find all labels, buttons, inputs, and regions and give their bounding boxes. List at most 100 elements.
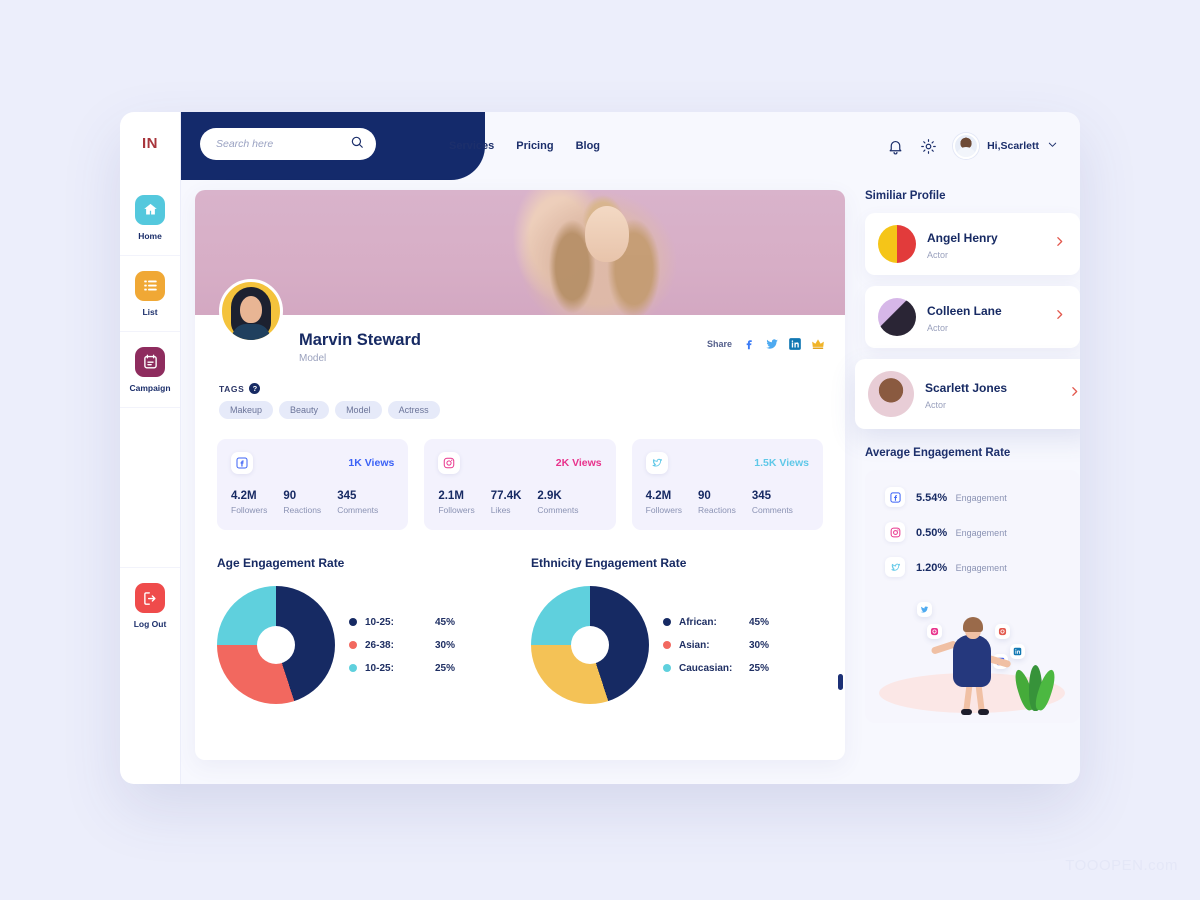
help-icon[interactable]: ? — [249, 383, 261, 394]
legend-label: 10-25: — [365, 616, 394, 628]
home-icon — [135, 194, 165, 225]
chevron-right-icon[interactable] — [1053, 308, 1066, 326]
legend-item: 10-25: 25% — [349, 663, 455, 674]
metric-value: 90 — [283, 490, 297, 502]
sidebar-item-list[interactable]: List — [120, 256, 180, 332]
main-navigation: Services Pricing Blog — [449, 112, 600, 180]
similar-profile-role: Actor — [927, 249, 949, 260]
legend-item: 10-25: 45% — [349, 617, 455, 628]
search-input[interactable] — [216, 138, 344, 150]
gear-icon[interactable] — [920, 138, 937, 155]
screenshot-stage: IN Home List Campaign Log Out Search her… — [0, 0, 1200, 900]
engagement-label: Engagement — [955, 528, 1007, 538]
metric-value: 345 — [337, 490, 357, 502]
stat-metric: 77.4K Likes — [491, 490, 522, 515]
tag-list: Makeup Beauty Model Actress — [219, 401, 845, 419]
stat-metric: 345 Comments — [752, 490, 793, 515]
stat-card-instagram: 2K Views 2.1M Followers 77.4K Likes 2.9K — [424, 439, 616, 530]
facebook-icon[interactable] — [742, 337, 756, 351]
hero-banner-image — [195, 190, 845, 315]
legend-dot — [349, 641, 357, 649]
profile-content-card: Marvin Steward Model Share TAGS ? Makeup… — [195, 190, 845, 760]
similar-profile-role: Actor — [927, 322, 949, 333]
chart-age-engagement: Age Engagement Rate 10-25: 45% 26-38: 30… — [217, 556, 517, 704]
logout-icon — [135, 583, 165, 613]
instagram-icon — [995, 624, 1010, 639]
similar-profile-item[interactable]: Colleen Lane Actor — [865, 286, 1080, 348]
sidebar-item-label: Log Out — [133, 619, 167, 629]
similar-profile-item[interactable]: Angel Henry Actor — [865, 213, 1080, 275]
tag-chip[interactable]: Actress — [387, 401, 440, 419]
engagement-value: 0.50% — [916, 527, 948, 539]
engagement-label: Engagement — [955, 493, 1007, 503]
legend-label: Caucasian: — [679, 662, 733, 674]
views-count: 1K Views — [348, 457, 395, 469]
tag-chip[interactable]: Makeup — [219, 401, 274, 419]
legend-value: 30% — [749, 639, 770, 651]
engagement-row: 1.20% Engagement — [865, 557, 1080, 577]
chevron-down-icon[interactable] — [1047, 137, 1058, 155]
bell-icon[interactable] — [887, 138, 904, 155]
sidebar-item-campaign[interactable]: Campaign — [120, 332, 180, 408]
nav-link-blog[interactable]: Blog — [576, 140, 600, 152]
twitter-icon[interactable] — [765, 337, 779, 351]
similar-profile-name: Colleen Lane — [927, 303, 1002, 318]
profile-name: Marvin Steward — [299, 331, 421, 349]
scrollbar-thumb[interactable] — [838, 674, 843, 690]
similar-profile-role: Actor — [925, 399, 947, 410]
linkedin-icon[interactable] — [788, 337, 802, 351]
app-logo[interactable]: IN — [120, 112, 180, 174]
facebook-icon — [885, 487, 905, 507]
instagram-icon — [885, 522, 905, 542]
metric-label: Comments — [751, 505, 793, 515]
watermark: TOOOPEN.com — [1065, 857, 1178, 874]
profile-avatar[interactable] — [219, 279, 283, 343]
search-box[interactable] — [200, 128, 376, 160]
sidebar-spacer — [120, 408, 180, 568]
legend-dot — [663, 664, 671, 672]
profile-role: Model — [299, 353, 327, 364]
similar-profile-name: Angel Henry — [927, 230, 998, 245]
metric-label: Reactions — [698, 505, 736, 515]
metric-value: 345 — [751, 490, 772, 502]
hero-face — [585, 206, 629, 262]
sidebar-item-home[interactable]: Home — [120, 180, 180, 256]
chevron-right-icon[interactable] — [1068, 385, 1080, 403]
legend-dot — [349, 618, 357, 626]
stat-metric: 90 Reactions — [698, 490, 736, 515]
search-icon[interactable] — [350, 135, 364, 154]
legend-item: Asian: 30% — [663, 640, 769, 651]
legend-item: African: 45% — [663, 617, 769, 628]
tag-chip[interactable]: Model — [335, 401, 382, 419]
user-menu[interactable]: Hi,Scarlett — [953, 133, 1058, 159]
sidebar-item-logout[interactable]: Log Out — [120, 568, 180, 644]
instagram-icon — [927, 624, 942, 639]
engagement-value: 5.54% — [916, 492, 948, 504]
nav-link-services[interactable]: Services — [449, 140, 494, 152]
top-bar: Services Pricing Blog Hi,Scarlett — [181, 112, 1080, 180]
stat-metric: 4.2M Followers — [231, 490, 267, 515]
twitter-icon — [885, 557, 905, 577]
nav-link-pricing[interactable]: Pricing — [516, 140, 553, 152]
legend-item: 26-38: 30% — [349, 640, 455, 651]
legend-label: Asian: — [679, 639, 710, 651]
engagement-label: Engagement — [955, 563, 1007, 573]
tags-header: TAGS ? — [219, 383, 845, 394]
stat-metric: 345 Comments — [337, 490, 378, 515]
list-icon — [135, 270, 165, 301]
crown-icon[interactable] — [811, 337, 825, 351]
top-right-actions: Hi,Scarlett — [887, 112, 1058, 180]
tag-chip[interactable]: Beauty — [279, 401, 330, 419]
chevron-right-icon[interactable] — [1053, 235, 1066, 253]
search-container — [181, 112, 485, 180]
stat-metric: 4.2M Followers — [646, 490, 682, 515]
stat-metric: 2.9K Comments — [537, 490, 578, 515]
right-panel: Similiar Profile Angel Henry Actor Colle… — [855, 180, 1080, 723]
twitter-icon — [917, 602, 932, 617]
tags-block: TAGS ? Makeup Beauty Model Actress — [195, 381, 845, 419]
sidebar: IN Home List Campaign Log Out — [120, 112, 181, 784]
similar-profile-item-active[interactable]: Scarlett Jones Actor — [855, 359, 1080, 429]
engagement-rate-card: 5.54% Engagement 0.50% Engagement 1.20% … — [865, 470, 1080, 723]
chart-legend: 10-25: 45% 26-38: 30% 10-25: 25% — [349, 617, 455, 674]
profile-header: Marvin Steward Model Share — [195, 279, 845, 381]
